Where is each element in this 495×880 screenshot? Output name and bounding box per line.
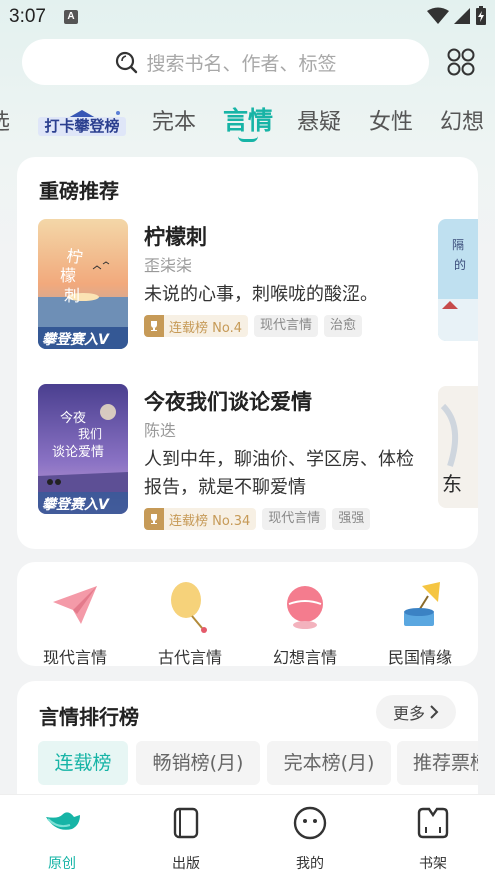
notification-app-icon: A <box>64 10 78 24</box>
rank-label: 连载榜 No.4 <box>169 320 242 336</box>
book-description: 未说的心事，刺喉咙的酸涩。 <box>144 284 378 305</box>
genre-label: 民国情缘 <box>387 648 452 666</box>
tab-fantasy[interactable]: 幻想 <box>440 104 484 136</box>
nav-mine[interactable]: 我的 <box>270 803 350 873</box>
svg-text:檬: 檬 <box>60 266 76 285</box>
book-icon <box>173 807 199 839</box>
featured-title: 重磅推荐 <box>39 179 119 203</box>
banner-tab-label: 打卡攀登榜 <box>44 117 119 135</box>
status-bar: 3:07 A <box>0 0 495 36</box>
chevron-right-icon <box>430 705 439 719</box>
book-description: 人到中年，聊油价、学区房、体检报告，就是不聊爱情 <box>144 449 414 498</box>
book-item[interactable]: 柠 檬 刺 攀登赛入V 柠檬刺 歪柒柒 未说的心事，刺喉咙的酸涩。 连载榜 No… <box>38 219 478 351</box>
ranking-title: 言情排行榜 <box>39 705 139 729</box>
tab-recommend-votes[interactable]: 推荐票榜 <box>397 741 478 785</box>
genre-label: 幻想言情 <box>272 648 337 666</box>
bookshelf-icon <box>417 807 449 839</box>
nav-label: 书架 <box>419 856 447 872</box>
book-tags: 连载榜 No.34 现代言情 强强 <box>144 508 371 530</box>
search-input[interactable]: 搜索书名、作者、标签 <box>22 39 429 85</box>
featured-card: 重磅推荐 柠 檬 刺 攀登赛入V 柠檬刺 歪柒柒 未说的心事，刺喉咙的酸涩。 连… <box>17 157 478 549</box>
trophy-icon <box>144 315 164 337</box>
crystal-ball-icon <box>287 586 323 629</box>
genre-fantasy-romance[interactable]: 幻想言情 <box>247 578 363 666</box>
nav-label: 出版 <box>172 856 200 872</box>
svg-text:刺: 刺 <box>64 286 80 305</box>
bottom-nav: 原创 出版 我的 书架 <box>0 794 495 880</box>
more-label: 更多 <box>392 704 425 723</box>
genre-republic-romance[interactable]: 民国情缘 <box>362 578 478 666</box>
bird-icon <box>46 812 80 830</box>
book-author: 陈迭 <box>144 421 177 440</box>
tab-serial-rank[interactable]: 连载榜 <box>38 741 128 785</box>
tab-female[interactable]: 女性 <box>369 104 413 136</box>
more-button[interactable]: 更多 <box>376 695 456 729</box>
genre-tag[interactable]: 治愈 <box>324 315 363 337</box>
nav-original[interactable]: 原创 <box>22 803 102 873</box>
tab-romance[interactable]: 言情 <box>223 101 273 137</box>
tab-suspense[interactable]: 悬疑 <box>297 104 341 136</box>
genre-ancient-romance[interactable]: 古代言情 <box>132 578 248 666</box>
svg-text:隔: 隔 <box>452 238 464 252</box>
svg-text:东: 东 <box>442 472 462 496</box>
book-author: 歪柒柒 <box>144 256 193 275</box>
trophy-icon <box>144 508 164 530</box>
search-placeholder: 搜索书名、作者、标签 <box>146 52 337 75</box>
nav-publishing[interactable]: 出版 <box>146 803 226 873</box>
cover-badge: 攀登赛入V <box>42 332 109 348</box>
wifi-icon <box>427 7 449 24</box>
rank-tag[interactable]: 连载榜 No.34 <box>144 508 257 530</box>
tab-bestseller-monthly[interactable]: 畅销榜(月) <box>136 741 260 785</box>
book-title[interactable]: 柠檬刺 <box>144 221 207 251</box>
svg-text:的: 的 <box>454 257 466 272</box>
book-tags: 连载榜 No.4 现代言情 治愈 <box>144 315 363 337</box>
nav-label: 我的 <box>296 856 324 872</box>
battery-icon <box>476 6 486 25</box>
genre-tag[interactable]: 现代言情 <box>262 508 327 530</box>
genre-tag[interactable]: 现代言情 <box>254 315 319 337</box>
tab-partial-left[interactable]: 选 <box>0 104 10 136</box>
category-grid-icon[interactable] <box>446 47 476 77</box>
svg-text:我们: 我们 <box>78 426 102 441</box>
paper-plane-icon <box>53 586 97 624</box>
genre-label: 现代言情 <box>42 648 107 666</box>
nav-bookshelf[interactable]: 书架 <box>393 803 473 873</box>
smiley-icon <box>293 806 327 840</box>
cover-badge: 攀登赛入V <box>42 497 109 513</box>
svg-text:柠: 柠 <box>65 246 84 267</box>
next-book-cover-peek[interactable]: 东 <box>438 386 478 508</box>
tab-finished-monthly[interactable]: 完本榜(月) <box>267 741 391 785</box>
signal-icon <box>454 8 470 24</box>
gramophone-icon <box>404 582 440 626</box>
book-cover[interactable]: 今夜 我们 谈论爱情 攀登赛入V <box>38 384 128 514</box>
checkin-climb-banner-tab[interactable]: 打卡攀登榜 <box>38 110 126 136</box>
genre-label: 古代言情 <box>157 648 222 666</box>
status-time: 3:07 <box>9 6 46 27</box>
svg-text:今夜: 今夜 <box>60 410 86 426</box>
fan-icon <box>171 582 207 633</box>
active-tab-indicator <box>238 136 258 142</box>
status-icons <box>427 6 487 26</box>
book-title[interactable]: 今夜我们谈论爱情 <box>144 386 312 416</box>
search-icon <box>116 51 138 74</box>
genre-card: 现代言情 古代言情 幻想言情 民国情缘 <box>17 562 478 666</box>
tab-finished[interactable]: 完本 <box>152 104 196 136</box>
book-item[interactable]: 今夜 我们 谈论爱情 攀登赛入V 今夜我们谈论爱情 陈迭 人到中年，聊油价、学区… <box>38 384 478 530</box>
rank-tag[interactable]: 连载榜 No.4 <box>144 315 248 337</box>
next-book-cover-peek[interactable]: 隔 的 <box>438 219 478 341</box>
svg-text:谈论爱情: 谈论爱情 <box>52 445 104 460</box>
book-cover[interactable]: 柠 檬 刺 攀登赛入V <box>38 219 128 349</box>
genre-modern-romance[interactable]: 现代言情 <box>17 578 133 666</box>
rank-label: 连载榜 No.34 <box>169 513 251 529</box>
nav-label: 原创 <box>48 856 76 872</box>
genre-tag[interactable]: 强强 <box>332 508 371 530</box>
